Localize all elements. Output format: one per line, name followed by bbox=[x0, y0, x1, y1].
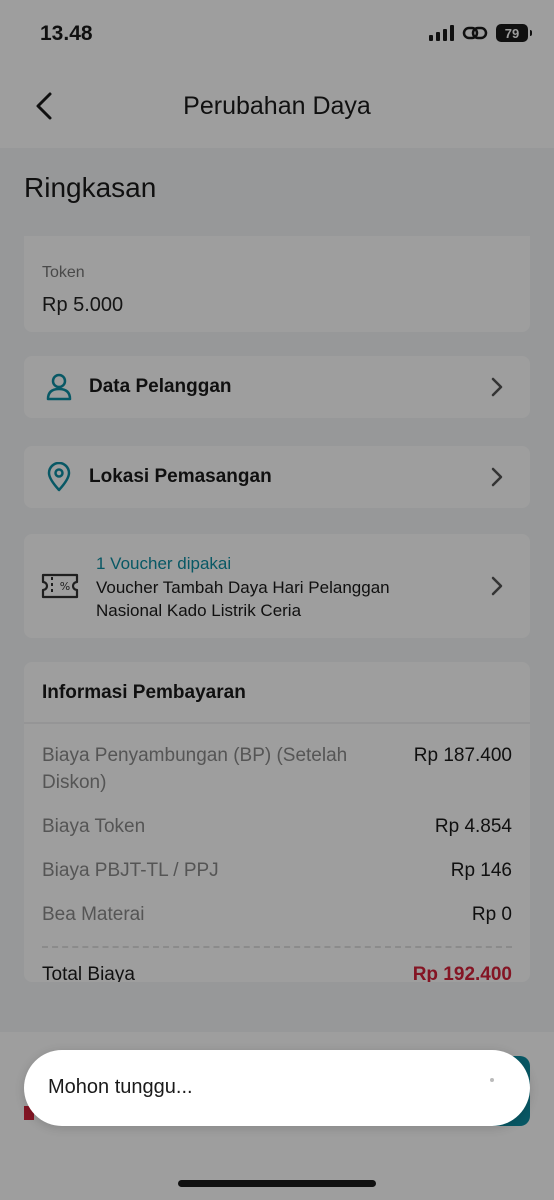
loading-message: Mohon tunggu... bbox=[48, 1076, 193, 1098]
spinner-icon bbox=[490, 1078, 494, 1082]
loading-toast: Mohon tunggu... bbox=[24, 1050, 530, 1126]
home-indicator bbox=[178, 1180, 376, 1187]
dim-overlay bbox=[0, 0, 554, 1200]
